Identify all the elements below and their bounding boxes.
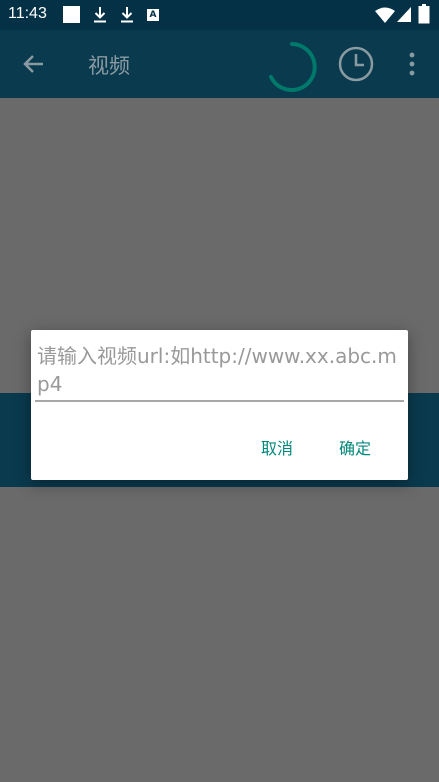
history-clock-icon[interactable] — [336, 44, 376, 84]
battery-icon — [418, 4, 430, 24]
page-title: 视频 — [88, 54, 130, 78]
loading-spinner-icon — [269, 42, 317, 92]
notification-square-icon — [63, 6, 80, 23]
download-icon — [94, 7, 106, 23]
cancel-button[interactable]: 取消 — [261, 435, 293, 459]
more-vert-icon[interactable] — [404, 50, 420, 78]
back-arrow-icon[interactable] — [21, 51, 47, 77]
url-input-dialog: 请输入视频url:如http://www.xx.abc.mp4 取消 确定 — [31, 330, 408, 480]
status-time: 11:43 — [8, 5, 47, 22]
status-bar: 11:43 A — [0, 0, 439, 30]
app-toolbar: 视频 — [0, 30, 439, 98]
download-icon — [121, 7, 133, 23]
video-url-input[interactable]: 请输入视频url:如http://www.xx.abc.mp4 — [35, 342, 404, 402]
app-a-icon: A — [147, 9, 159, 21]
confirm-button[interactable]: 确定 — [339, 435, 371, 459]
wifi-icon — [375, 7, 395, 23]
signal-icon — [397, 7, 411, 22]
